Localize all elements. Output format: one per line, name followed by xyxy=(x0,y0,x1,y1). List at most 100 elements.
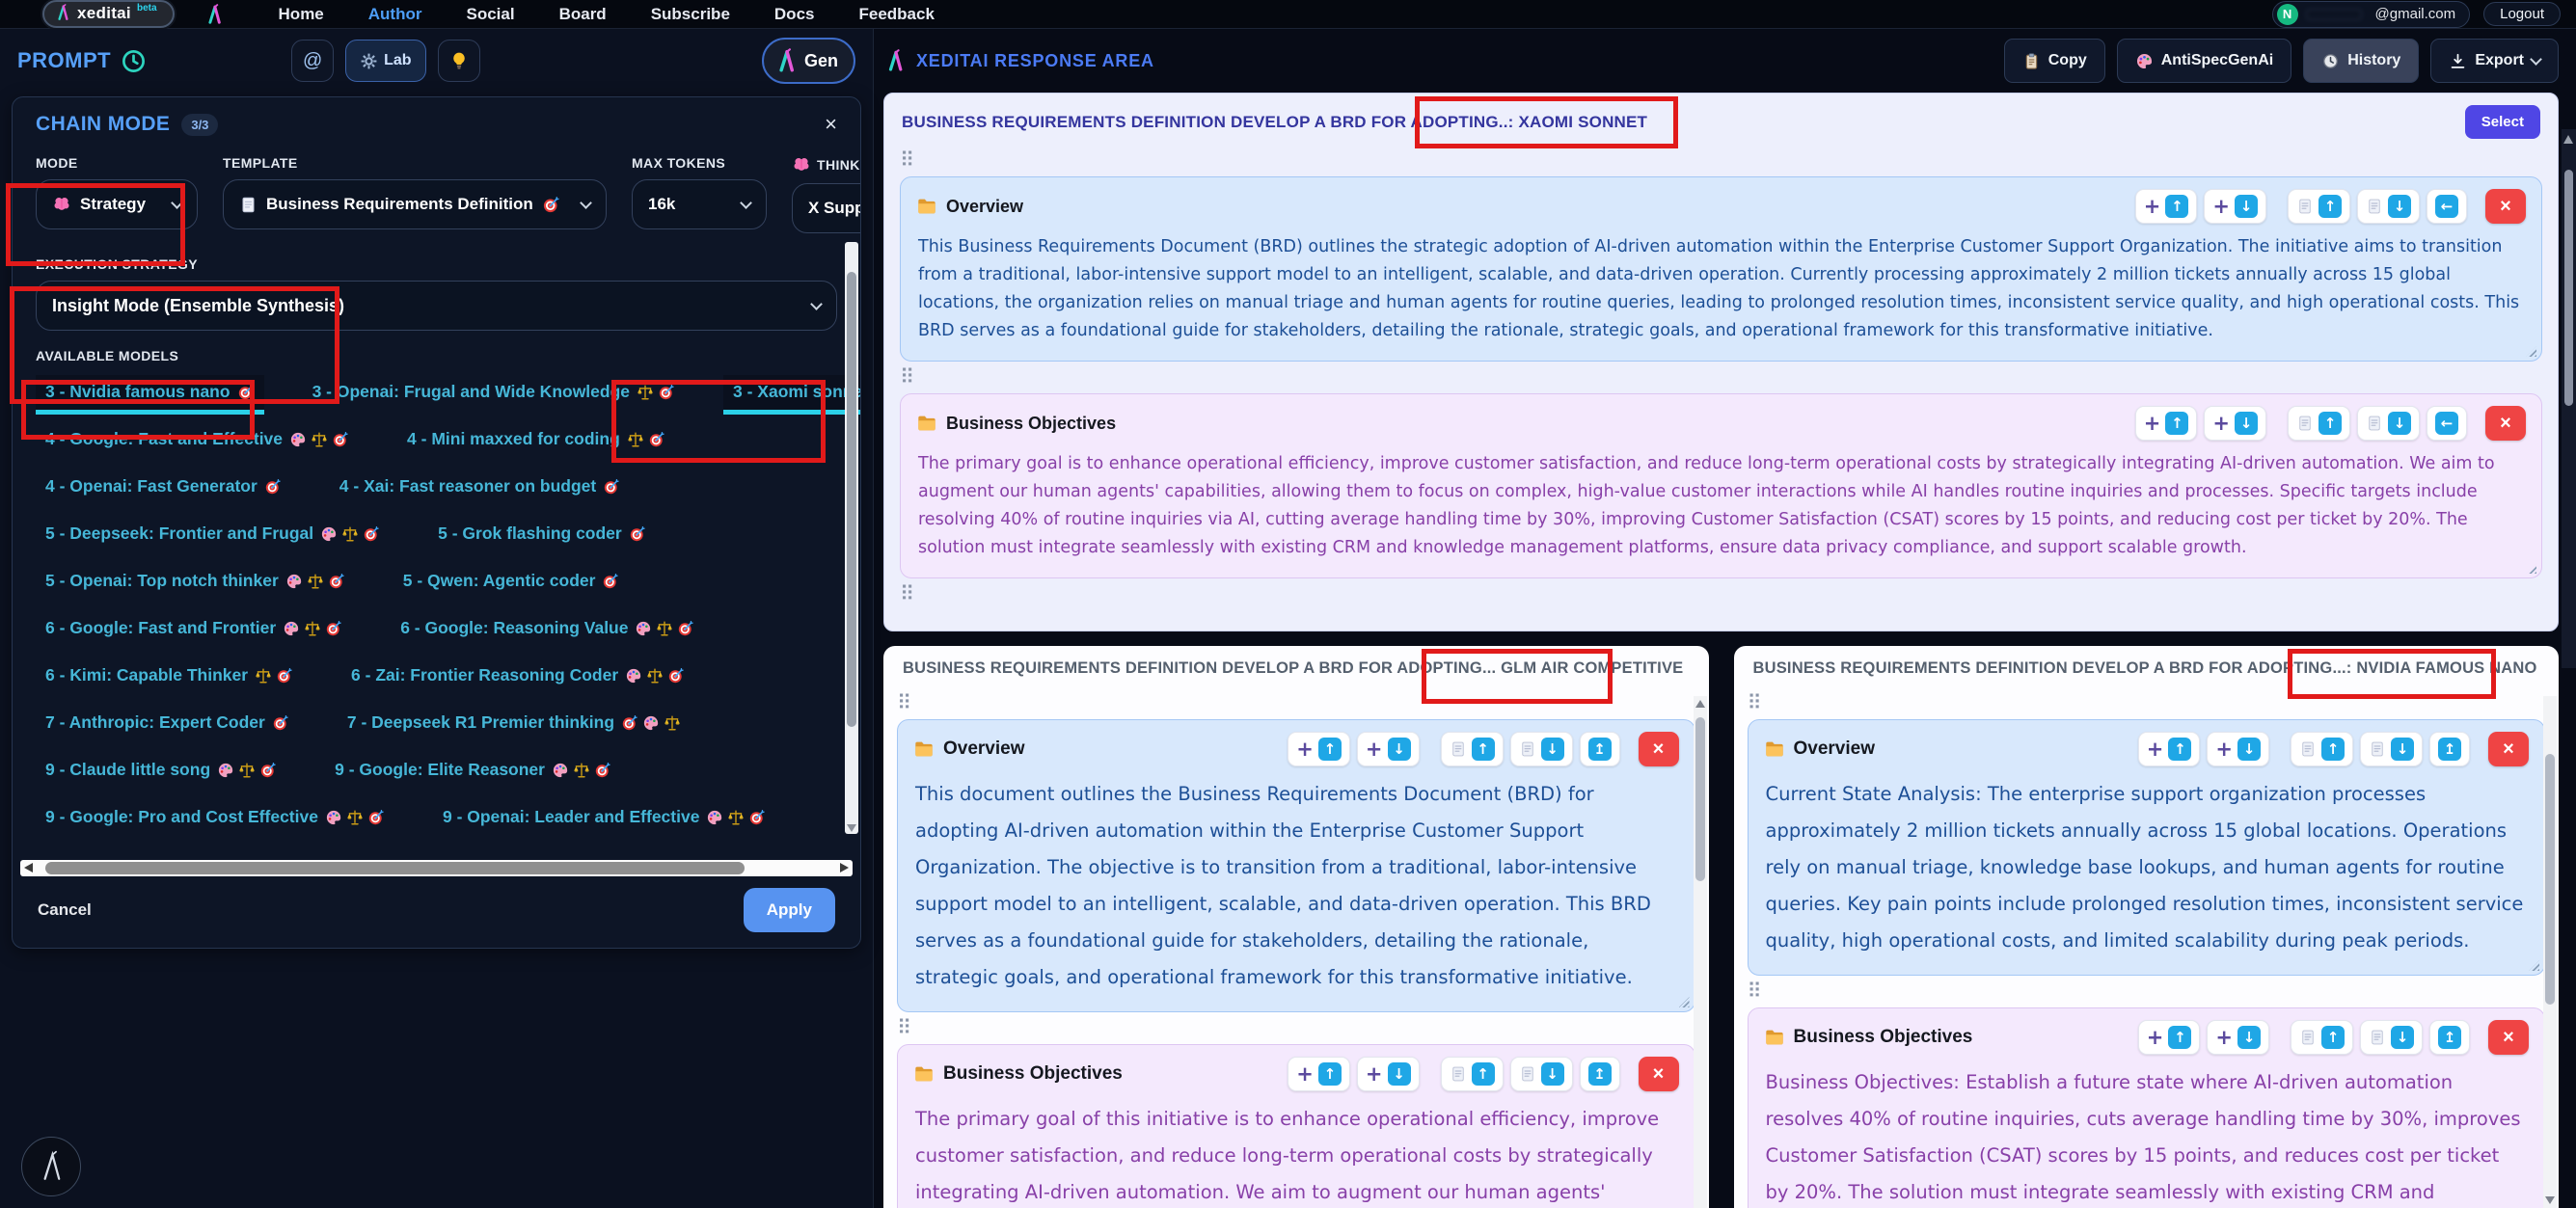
models-vertical-scrollbar[interactable] xyxy=(845,242,858,834)
scrollbar-thumb[interactable] xyxy=(1695,717,1705,881)
move-section-button[interactable]: ← xyxy=(2427,189,2467,224)
delete-section-button[interactable]: × xyxy=(2488,1020,2529,1056)
paste-section-down-button[interactable]: ↓ xyxy=(2360,732,2423,766)
model-option[interactable]: 5 - Deepseek: Frontier and Frugal xyxy=(36,517,390,551)
delete-section-button[interactable]: × xyxy=(2485,406,2526,442)
delete-section-button[interactable]: × xyxy=(1638,1057,1679,1092)
brand-logo[interactable]: xeditai beta xyxy=(42,0,175,28)
thinking-select[interactable]: X Suppressed xyxy=(792,183,860,233)
copy-button[interactable]: Copy xyxy=(2003,39,2105,83)
section-body[interactable]: This Business Requirements Document (BRD… xyxy=(916,229,2526,347)
drag-handle-icon[interactable]: ⠿ xyxy=(895,687,924,719)
drag-handle-icon[interactable]: ⠿ xyxy=(898,145,927,176)
lab-button[interactable]: Lab xyxy=(345,40,426,82)
add-section-below-button[interactable]: + ↓ xyxy=(2207,732,2269,766)
nav-item-board[interactable]: Board xyxy=(559,5,607,24)
panel-vertical-scrollbar[interactable] xyxy=(2543,696,2557,1208)
nav-item-social[interactable]: Social xyxy=(466,5,514,24)
add-section-above-button[interactable]: + ↑ xyxy=(2137,732,2201,766)
close-icon[interactable]: × xyxy=(825,114,837,135)
scrollbar-thumb[interactable] xyxy=(847,271,856,728)
account-pill[interactable]: N @gmail.com xyxy=(2271,0,2471,28)
execution-strategy-select[interactable]: Insight Mode (Ensemble Synthesis) xyxy=(36,281,837,331)
scroll-down-arrow-icon[interactable] xyxy=(847,824,856,832)
section-body[interactable]: The primary goal is to enhance operation… xyxy=(916,446,2526,564)
add-section-above-button[interactable]: + ↑ xyxy=(1288,732,1350,766)
drag-handle-icon[interactable]: ⠿ xyxy=(1746,976,1775,1007)
model-option[interactable]: 5 - Openai: Top notch thinker xyxy=(36,564,355,599)
move-section-button[interactable]: ↥ xyxy=(2429,732,2470,766)
paste-section-up-button[interactable]: ↑ xyxy=(2288,406,2350,442)
paste-section-up-button[interactable]: ↑ xyxy=(2291,732,2353,766)
model-option[interactable]: 3 - Nvidia famous nano xyxy=(36,375,264,415)
max-tokens-select[interactable]: 16k xyxy=(632,179,767,229)
add-section-above-button[interactable]: + ↑ xyxy=(2134,189,2198,224)
paste-section-up-button[interactable]: ↑ xyxy=(2288,189,2350,224)
panel-vertical-scrollbar[interactable] xyxy=(1693,696,1707,1208)
section-body[interactable]: Business Objectives: Establish a future … xyxy=(1764,1060,2530,1208)
nav-item-feedback[interactable]: Feedback xyxy=(858,5,934,24)
template-select[interactable]: Business Requirements Definition xyxy=(223,179,607,229)
add-section-below-button[interactable]: + ↓ xyxy=(2204,189,2266,224)
section-body[interactable]: Current State Analysis: The enterprise s… xyxy=(1764,772,2530,961)
model-option[interactable]: 5 - Qwen: Agentic coder xyxy=(393,564,630,599)
paste-section-down-button[interactable]: ↓ xyxy=(2357,406,2420,442)
paste-section-up-button[interactable]: ↑ xyxy=(2291,1020,2353,1056)
models-horizontal-scrollbar[interactable] xyxy=(20,860,853,876)
move-section-button[interactable]: ↥ xyxy=(2429,1020,2470,1056)
add-section-below-button[interactable]: + ↓ xyxy=(1356,732,1420,766)
model-option[interactable]: 5 - Grok flashing coder xyxy=(428,517,656,551)
model-option[interactable]: 6 - Google: Reasoning Value xyxy=(391,611,704,646)
delete-section-button[interactable]: × xyxy=(2485,189,2526,224)
nav-item-docs[interactable]: Docs xyxy=(774,5,815,24)
move-section-button[interactable]: ← xyxy=(2427,406,2467,442)
model-option[interactable]: 4 - Openai: Fast Generator xyxy=(36,470,291,504)
export-button[interactable]: Export xyxy=(2430,39,2559,83)
resize-grip[interactable] xyxy=(2529,960,2539,972)
nav-item-subscribe[interactable]: Subscribe xyxy=(651,5,730,24)
resize-grip[interactable] xyxy=(1678,997,1690,1008)
drag-handle-icon[interactable]: ⠿ xyxy=(895,1012,924,1044)
model-option[interactable]: 9 - Openai: Leader and Effective xyxy=(433,800,775,835)
model-option[interactable]: 4 - Mini maxxed for coding xyxy=(397,422,675,457)
section-body[interactable]: The primary goal of this initiative is t… xyxy=(913,1097,1679,1208)
idea-button[interactable] xyxy=(437,40,480,82)
antispecgenai-button[interactable]: AntiSpecGenAi xyxy=(2116,39,2292,83)
drag-handle-icon[interactable]: ⠿ xyxy=(898,578,927,610)
scrollbar-thumb[interactable] xyxy=(2564,170,2573,406)
logout-button[interactable]: Logout xyxy=(2483,2,2561,26)
paste-section-down-button[interactable]: ↓ xyxy=(1509,1057,1573,1092)
select-button[interactable]: Select xyxy=(2464,105,2540,139)
model-option[interactable]: 9 - Google: Elite Reasoner xyxy=(325,753,621,788)
add-section-below-button[interactable]: + ↓ xyxy=(2204,406,2266,442)
section-body[interactable]: This document outlines the Business Requ… xyxy=(913,772,1679,998)
resize-grip[interactable] xyxy=(2526,346,2536,358)
model-option[interactable]: 3 - Xaomi sonnet xyxy=(723,375,860,415)
corner-logo[interactable] xyxy=(21,1137,81,1196)
delete-section-button[interactable]: × xyxy=(2488,732,2529,766)
paste-section-down-button[interactable]: ↓ xyxy=(2360,1020,2423,1056)
add-section-above-button[interactable]: + ↑ xyxy=(2137,1020,2201,1056)
move-section-button[interactable]: ↥ xyxy=(1579,1057,1620,1092)
clock-icon[interactable] xyxy=(121,48,147,74)
nav-item-home[interactable]: Home xyxy=(279,5,324,24)
add-section-below-button[interactable]: + ↓ xyxy=(1356,1057,1420,1092)
model-option[interactable]: 9 - Google: Pro and Cost Effective xyxy=(36,800,394,835)
move-section-button[interactable]: ↥ xyxy=(1579,732,1620,766)
paste-section-down-button[interactable]: ↓ xyxy=(1509,732,1573,766)
drag-handle-icon[interactable]: ⠿ xyxy=(898,362,927,393)
add-section-below-button[interactable]: + ↓ xyxy=(2207,1020,2269,1056)
paste-section-up-button[interactable]: ↑ xyxy=(1440,732,1504,766)
scroll-up-arrow-icon[interactable] xyxy=(2563,135,2573,144)
model-option[interactable]: 6 - Kimi: Capable Thinker xyxy=(36,658,303,693)
scroll-up-arrow-icon[interactable] xyxy=(1695,700,1705,708)
scrollbar-thumb[interactable] xyxy=(44,862,745,874)
paste-section-up-button[interactable]: ↑ xyxy=(1440,1057,1504,1092)
model-option[interactable]: 7 - Deepseek R1 Premier thinking xyxy=(338,706,691,740)
delete-section-button[interactable]: × xyxy=(1638,732,1679,766)
add-section-above-button[interactable]: + ↑ xyxy=(2134,406,2198,442)
paste-section-down-button[interactable]: ↓ xyxy=(2357,189,2420,224)
model-option[interactable]: 6 - Zai: Frontier Reasoning Coder xyxy=(341,658,694,693)
scrollbar-thumb[interactable] xyxy=(2545,754,2555,1005)
mode-select[interactable]: Strategy xyxy=(36,179,198,229)
